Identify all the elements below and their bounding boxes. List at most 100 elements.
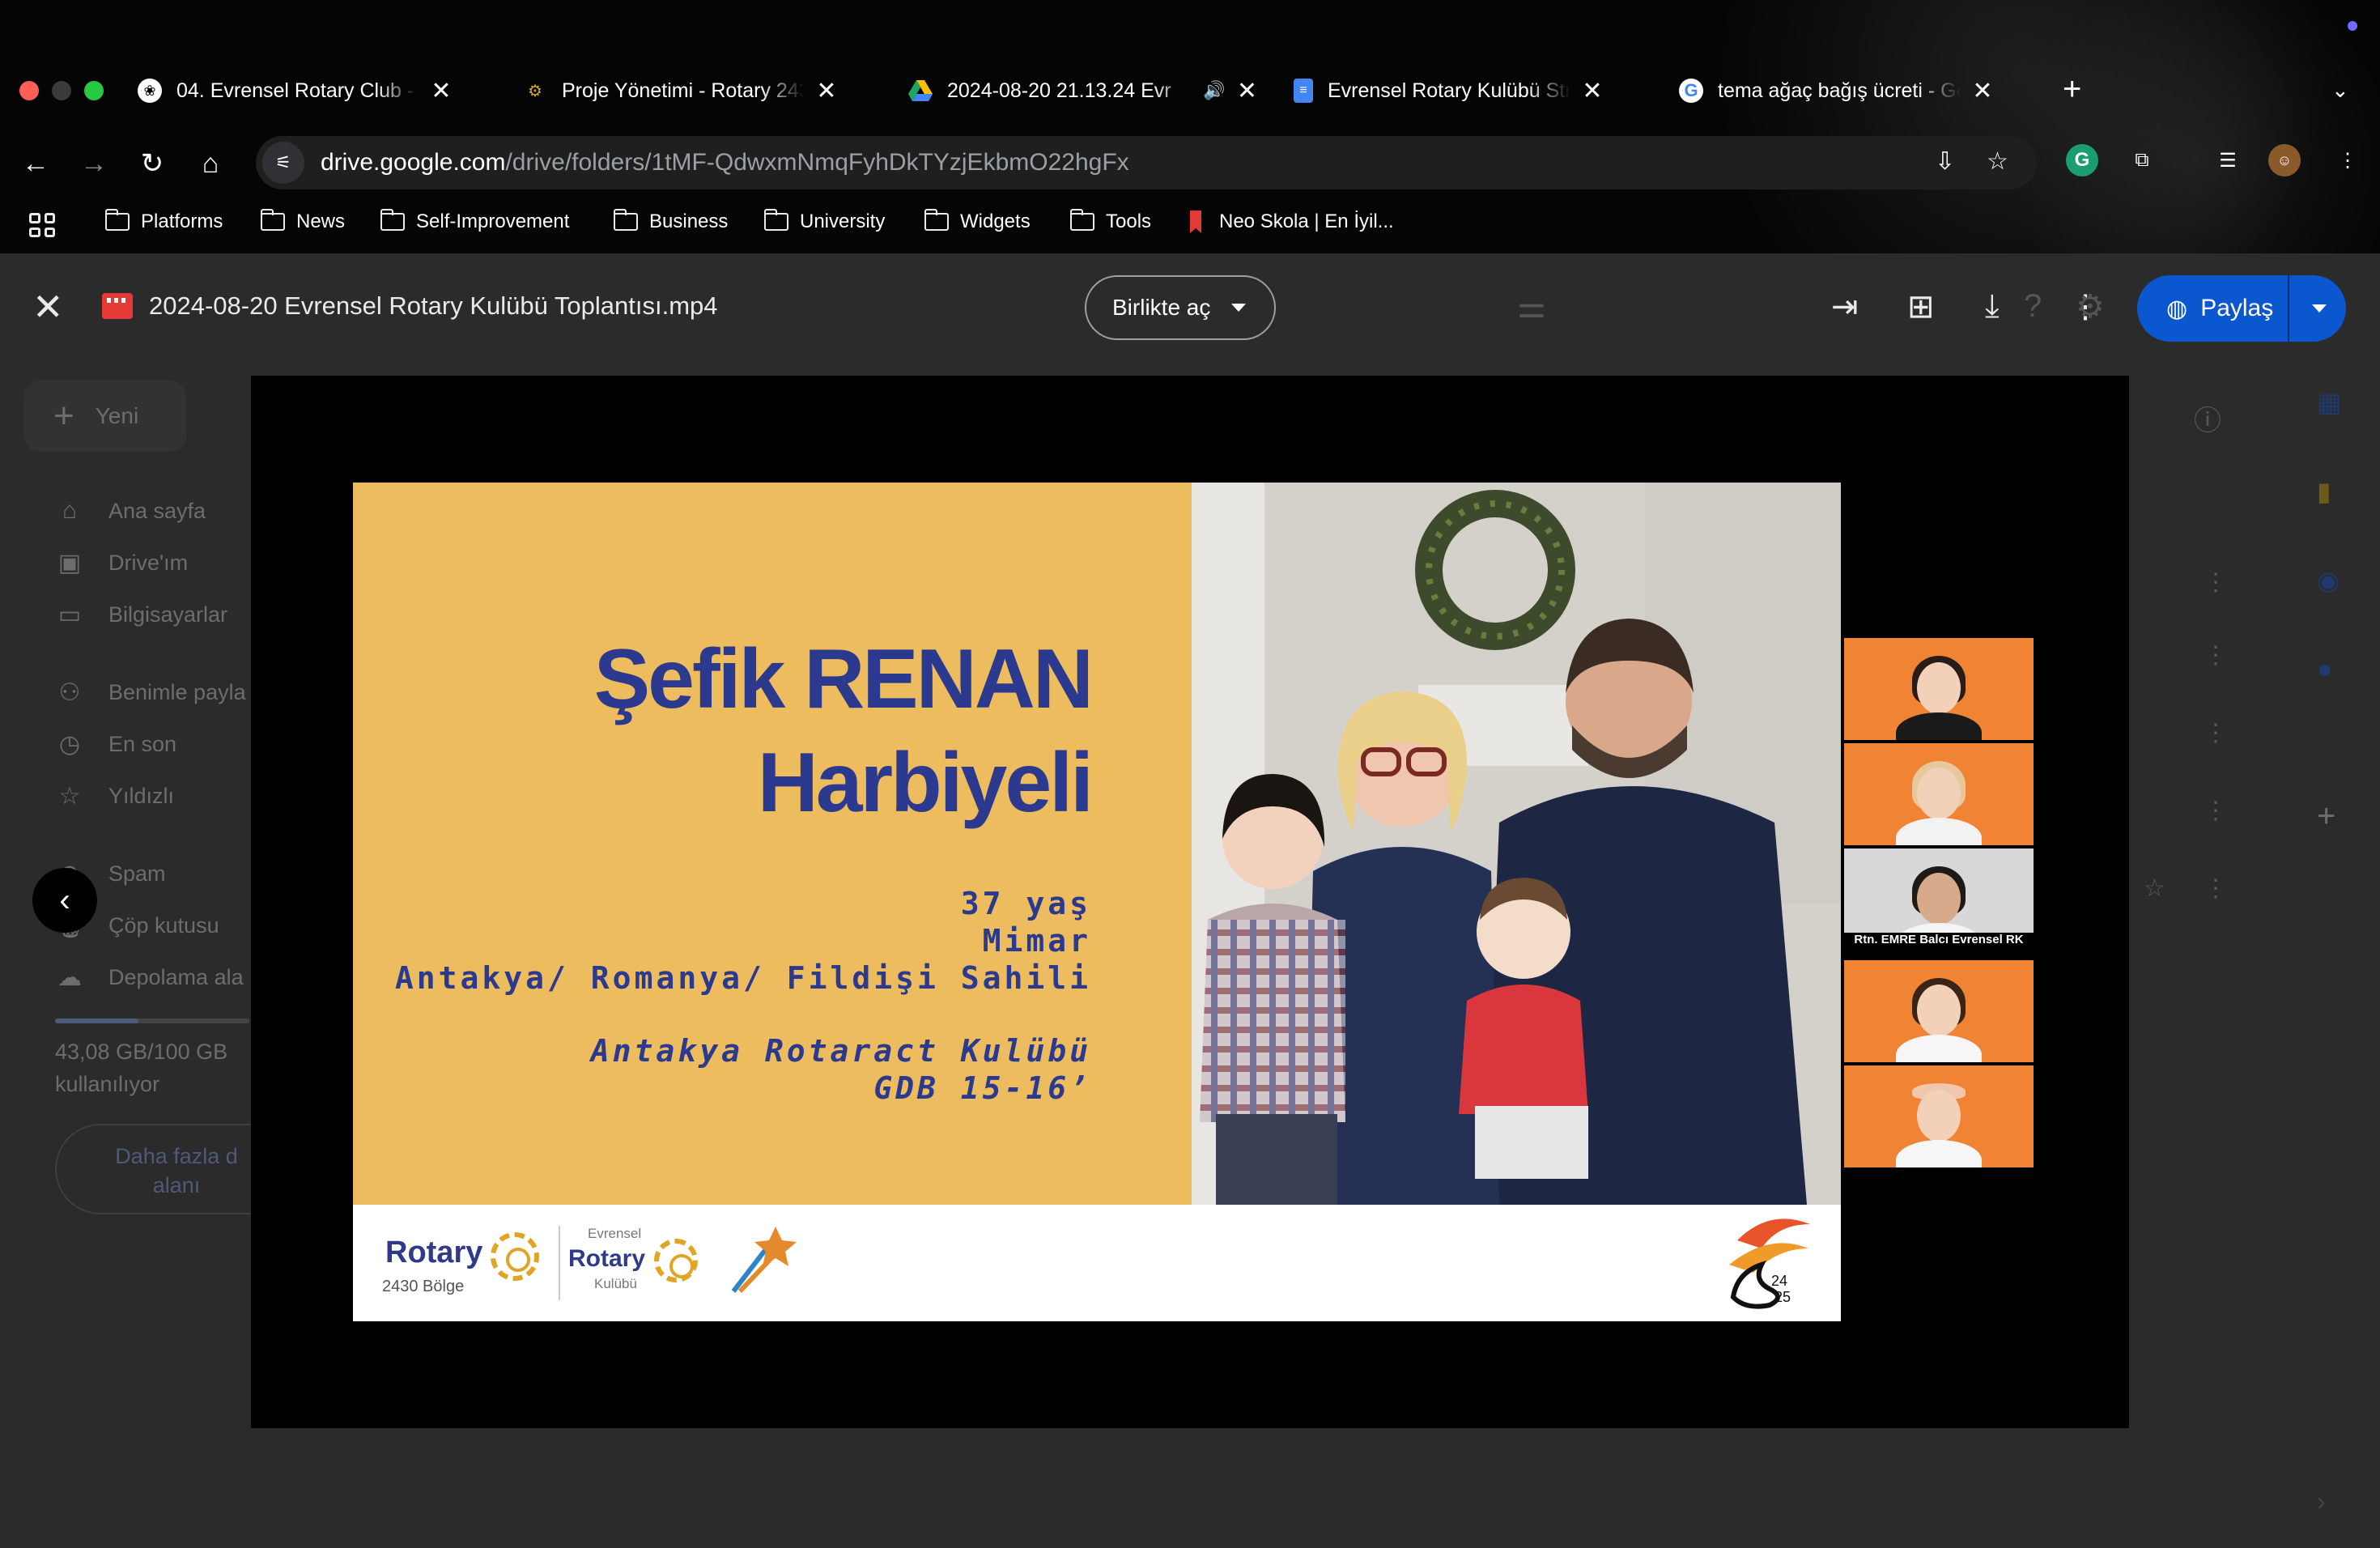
- share-options-chevron-icon[interactable]: [2312, 304, 2327, 313]
- participant-face: [1917, 662, 1961, 714]
- row-menu-icon[interactable]: ⋮: [2204, 568, 2228, 597]
- extensions-puzzle-icon[interactable]: ⧉: [2126, 144, 2158, 176]
- url-text[interactable]: drive.google.com/drive/folders/1tMF-Qdwx…: [321, 149, 1129, 176]
- bookmark-link[interactable]: Neo Skola | En İyil...: [1190, 211, 1394, 233]
- home-icon[interactable]: ⌂: [193, 146, 228, 181]
- side-panel-toggle-icon[interactable]: ›: [2317, 1486, 2326, 1516]
- contacts-icon[interactable]: ●: [2317, 654, 2332, 684]
- details-info-icon[interactable]: ⓘ: [2194, 398, 2221, 438]
- install-app-icon[interactable]: ⇩: [1935, 147, 1955, 176]
- row-menu-icon[interactable]: ⋮: [2204, 719, 2228, 747]
- bookmark-folder[interactable]: Platforms: [104, 209, 223, 233]
- open-with-button[interactable]: Birlikte aç: [1085, 275, 1276, 340]
- rotary-wheel-icon: [491, 1232, 539, 1281]
- keep-icon[interactable]: ▮: [2317, 476, 2331, 507]
- people-icon: ⚇: [58, 679, 81, 706]
- media-controls-icon[interactable]: ☰: [2212, 144, 2244, 176]
- rotary-sihri-logo-icon: [731, 1227, 797, 1294]
- move-to-folder-icon[interactable]: ⇥: [1831, 288, 1859, 325]
- bookmark-star-icon[interactable]: ☆: [1987, 147, 2008, 176]
- share-button[interactable]: ◍ Paylaş: [2137, 275, 2346, 342]
- video-file-icon: [102, 293, 133, 319]
- share-divider: [2288, 275, 2289, 342]
- add-addon-icon[interactable]: +: [2317, 798, 2335, 835]
- bookmark-folder[interactable]: University: [763, 209, 885, 233]
- row-menu-icon[interactable]: ⋮: [2204, 797, 2228, 825]
- speaker-icon[interactable]: 🔊: [1203, 80, 1225, 101]
- grammarly-icon[interactable]: G: [2066, 144, 2098, 176]
- participant-tile: [1844, 638, 2034, 740]
- chevron-down-icon: [1231, 304, 1247, 312]
- tab-google-search[interactable]: G tema ağaç bağış ücreti - Goo ✕: [1679, 70, 1995, 112]
- notification-dot: [2348, 21, 2357, 31]
- viewer-file-title: 2024-08-20 Evrensel Rotary Kulübü Toplan…: [149, 291, 718, 320]
- row-menu-icon[interactable]: ⋮: [2204, 874, 2228, 903]
- person-places: Antakya/ Romanya/ Fildişi Sahili: [394, 960, 1091, 996]
- chatgpt-icon: ❀: [138, 79, 162, 103]
- nav-my-drive[interactable]: ▣ Drive'ım: [55, 549, 188, 577]
- tab-proje[interactable]: ⚙ Proje Yönetimi - Rotary 2430 ✕: [523, 70, 839, 112]
- rotary-icon: ⚙: [528, 82, 542, 100]
- participant-tile: [1844, 743, 2034, 845]
- help-icon[interactable]: ?: [2024, 288, 2042, 325]
- apps-grid-icon[interactable]: [29, 213, 55, 237]
- tab-title: Proje Yönetimi - Rotary 2430: [562, 79, 805, 102]
- address-bar[interactable]: ⚟ drive.google.com/drive/folders/1tMF-Qd…: [256, 136, 2037, 189]
- site-settings-icon[interactable]: ⚟: [262, 142, 304, 184]
- tab-search-chevron-icon[interactable]: ⌄: [2331, 78, 2349, 103]
- tab-chatgpt[interactable]: ❀ 04. Evrensel Rotary Club - Pr ✕: [138, 70, 453, 112]
- tab-docs[interactable]: ≡ Evrensel Rotary Kulübü Strate ✕: [1294, 70, 1604, 112]
- window-close-button[interactable]: [19, 81, 39, 100]
- row-menu-icon[interactable]: ⋮: [2204, 641, 2228, 670]
- participant-tile: [1844, 960, 2034, 1062]
- settings-gear-icon[interactable]: ⚙: [2076, 288, 2105, 325]
- person-surname: Harbiyeli: [757, 736, 1094, 830]
- folder-icon: [763, 209, 788, 231]
- nav-shared[interactable]: ⚇ Benimle payla: [55, 678, 246, 707]
- storage-bar: [55, 1019, 249, 1023]
- tab-close-icon[interactable]: ✕: [429, 77, 453, 105]
- browser-menu-icon[interactable]: ⋮: [2331, 144, 2364, 176]
- close-viewer-icon[interactable]: ✕: [32, 285, 64, 329]
- bookmark-folder[interactable]: Business: [613, 209, 728, 233]
- tab-close-icon[interactable]: ✕: [1580, 77, 1604, 105]
- avatar[interactable]: ☺: [2268, 144, 2301, 176]
- folder-icon: [104, 209, 130, 231]
- tab-close-icon[interactable]: ✕: [1970, 77, 1995, 105]
- storage-text: 43,08 GB/100 GB: [55, 1040, 228, 1064]
- tab-close-icon[interactable]: ✕: [814, 77, 839, 105]
- person-name: Şefik RENAN: [593, 632, 1094, 726]
- tasks-icon[interactable]: ◉: [2317, 565, 2340, 596]
- calendar-icon[interactable]: ▦: [2317, 387, 2341, 418]
- plus-icon: +: [53, 396, 74, 436]
- new-button[interactable]: + Yeni: [24, 381, 186, 452]
- previous-file-button[interactable]: ‹: [32, 868, 97, 933]
- participant-face: [1917, 873, 1961, 925]
- nav-home[interactable]: ⌂ Ana sayfa: [55, 497, 206, 525]
- back-arrow-icon[interactable]: ←: [18, 146, 53, 181]
- window-minimize-button[interactable]: [52, 81, 71, 100]
- bookmark-folder[interactable]: Self-Improvement: [380, 209, 569, 233]
- nav-recent[interactable]: ◷ En son: [55, 730, 176, 759]
- nav-computers[interactable]: ▭ Bilgisayarlar: [55, 601, 227, 629]
- bookmark-folder[interactable]: News: [260, 209, 345, 233]
- new-tab-button[interactable]: +: [2063, 71, 2081, 108]
- storage-bar-fill: [55, 1019, 139, 1023]
- row-star-icon[interactable]: ☆: [2144, 874, 2165, 903]
- folder-icon: [380, 209, 405, 231]
- bookmark-folder[interactable]: Widgets: [924, 209, 1031, 233]
- reload-icon[interactable]: ↻: [134, 146, 170, 181]
- slide-text-panel: Şefik RENAN Harbiyeli 37 yaş Mimar Antak…: [353, 483, 1192, 1205]
- tab-close-icon[interactable]: ✕: [1235, 77, 1259, 105]
- forward-arrow-icon[interactable]: →: [76, 146, 112, 181]
- download-icon[interactable]: ⤓: [1985, 288, 2000, 325]
- tab-title: tema ağaç bağış ücreti - Goo: [1718, 79, 1961, 102]
- bookmark-folder[interactable]: Tools: [1069, 209, 1151, 233]
- add-comment-icon[interactable]: ⊞: [1907, 288, 1935, 325]
- family-photo: [1192, 483, 1841, 1205]
- window-zoom-button[interactable]: [84, 81, 104, 100]
- nav-storage[interactable]: ☁ Depolama ala: [55, 963, 244, 992]
- nav-starred[interactable]: ☆ Yıldızlı: [55, 782, 174, 810]
- tab-drive-video[interactable]: 2024-08-20 21.13.24 Evr 🔊 ✕: [908, 70, 1259, 112]
- presentation-slide: Şefik RENAN Harbiyeli 37 yaş Mimar Antak…: [353, 483, 1841, 1321]
